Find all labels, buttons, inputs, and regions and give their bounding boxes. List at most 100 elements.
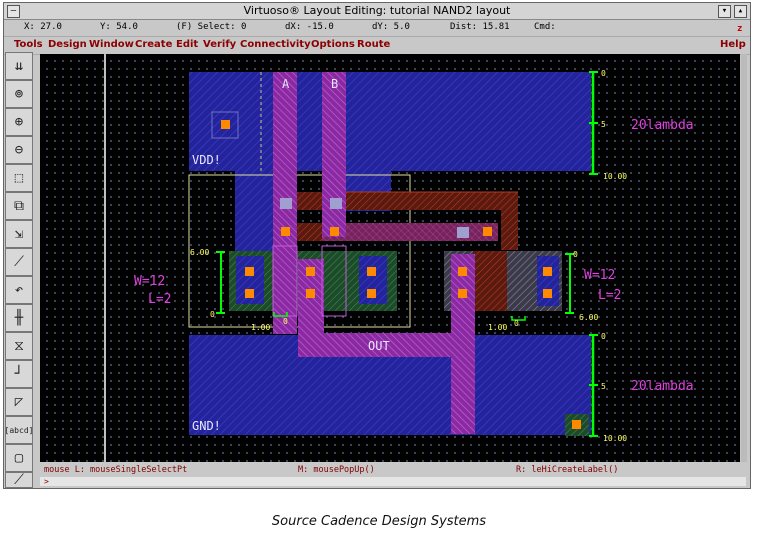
align-icon[interactable]: ╫	[5, 304, 33, 332]
menu-window[interactable]: Window	[89, 39, 134, 50]
nmos-dim-top: 0	[573, 250, 578, 259]
contact	[543, 267, 552, 276]
pmos-dim-bottom: 0	[210, 310, 215, 319]
ruler-bottom-start: 0	[601, 332, 606, 341]
via-b	[330, 198, 342, 209]
gnd-label: GND!	[192, 419, 221, 433]
status-corner-letter: z	[737, 24, 743, 34]
poly-route-a	[277, 192, 518, 250]
menu-options[interactable]: Options	[311, 39, 355, 50]
ruler-bottom-mid: 5	[601, 382, 606, 391]
nmos-width-label: W=12	[584, 268, 615, 283]
pmos-dim-length: 1.00	[251, 323, 270, 332]
menu-verify[interactable]: Verify	[203, 39, 236, 50]
step-icon[interactable]: ┘	[5, 360, 33, 388]
b-crossover	[322, 223, 498, 241]
copy-icon[interactable]: ⧉	[5, 192, 33, 220]
menu-bar: Tools Design Window Create Edit Verify C…	[4, 36, 750, 55]
pmos-dim-zero: 0	[283, 317, 288, 326]
contact	[245, 289, 254, 298]
reshape-icon[interactable]: ⧖	[5, 332, 33, 360]
out-label: OUT	[368, 339, 390, 353]
mouse-right-binding: R: leHiCreateLabel()	[516, 465, 619, 475]
contact	[367, 267, 376, 276]
zoom-fit-icon[interactable]: ⊚	[5, 80, 33, 108]
vdd-contact	[221, 120, 230, 129]
nmos-dim-zero: 0	[514, 319, 519, 328]
ruler-top-mid: 5	[601, 120, 606, 129]
zoom-out-icon[interactable]: ⊖	[5, 136, 33, 164]
ruler-bottom-end: 10.00	[603, 434, 627, 443]
figure-caption: Source Cadence Design Systems	[271, 514, 487, 529]
contact	[458, 289, 467, 298]
pin-b-metal	[322, 72, 346, 237]
status-dy: dY: 5.0	[372, 22, 410, 32]
contact	[367, 289, 376, 298]
pmos-length-label: L=2	[148, 292, 171, 307]
menu-tools[interactable]: Tools	[14, 39, 43, 50]
mouse-binding-bar: mouse L: mouseSingleSelectPt M: mousePop…	[40, 464, 746, 476]
save-icon[interactable]: ⇊	[5, 52, 33, 80]
contact	[281, 227, 290, 236]
via-a	[280, 198, 292, 209]
menu-help[interactable]: Help	[720, 39, 746, 50]
pmos-width-label: W=12	[134, 274, 165, 289]
vertical-scrollbar[interactable]	[741, 54, 747, 462]
ruler-top-label: 20lambda	[631, 118, 694, 133]
ruler-bottom-label: 20lambda	[631, 379, 694, 394]
contact	[483, 227, 492, 236]
pmos-dim-top: 6.00	[190, 248, 209, 257]
tool-palette: ⇊ ⊚ ⊕ ⊖ ⬚ ⧉ ⇲ ⟋ ↶ ╫ ⧖ ┘ ◸ [abcd] ▢ ⟋	[3, 52, 37, 488]
gnd-contact	[572, 420, 581, 429]
layout-canvas[interactable]: A B VDD! GND! OUT W=12 L=2 W=12 L=2 6.00…	[40, 54, 740, 462]
chop-icon[interactable]: ◸	[5, 388, 33, 416]
move-icon[interactable]: ⇲	[5, 220, 33, 248]
nmos-dim-length: 1.00	[488, 323, 507, 332]
pin-a-label: A	[282, 77, 290, 91]
menu-edit[interactable]: Edit	[176, 39, 198, 50]
label-icon[interactable]: [abcd]	[5, 416, 33, 444]
nmos-drain-metal-pad	[537, 256, 559, 306]
contact	[458, 267, 467, 276]
command-prompt[interactable]: >	[40, 477, 746, 486]
select-icon[interactable]: ▢	[5, 444, 33, 472]
vdd-rail	[189, 72, 591, 171]
menu-connectivity[interactable]: Connectivity	[240, 39, 311, 50]
contact	[306, 289, 315, 298]
menu-create[interactable]: Create	[135, 39, 172, 50]
pin-b-label: B	[331, 77, 338, 91]
nmos-out-metal	[451, 254, 475, 434]
vdd-label: VDD!	[192, 153, 221, 167]
nmos-length-label: L=2	[598, 288, 621, 303]
mouse-middle-binding: M: mousePopUp()	[298, 465, 375, 475]
ruler-icon[interactable]: ⟋	[5, 472, 33, 488]
status-dist: Dist: 15.81	[450, 22, 510, 32]
zoom-in-icon[interactable]: ⊕	[5, 108, 33, 136]
window-title: Virtuoso® Layout Editing: tutorial NAND2…	[243, 4, 511, 17]
stretch-icon[interactable]: ⬚	[5, 164, 33, 192]
nmos-gate-region	[473, 251, 507, 311]
title-bar: — Virtuoso® Layout Editing: tutorial NAN…	[4, 3, 750, 20]
maximize-button[interactable]: ▴	[734, 5, 747, 18]
status-dx: dX: -15.0	[285, 22, 334, 32]
nmos-dim-bottom: 6.00	[579, 313, 598, 322]
layout-drawing: A B VDD! GND! OUT W=12 L=2 W=12 L=2 6.00…	[104, 54, 694, 462]
minimize-button[interactable]: ▾	[718, 5, 731, 18]
contact	[330, 227, 339, 236]
undo-icon[interactable]: ↶	[5, 276, 33, 304]
status-x: X: 27.0	[24, 22, 62, 32]
contact	[306, 267, 315, 276]
mouse-left-binding: mouse L: mouseSingleSelectPt	[44, 465, 188, 475]
prompt-symbol: >	[44, 477, 49, 486]
status-cmd: Cmd:	[534, 22, 556, 32]
ruler-top-start: 0	[601, 69, 606, 78]
ruler-top-end: 10.00	[603, 172, 627, 181]
status-y: Y: 54.0	[100, 22, 138, 32]
status-select: (F) Select: 0	[176, 22, 247, 32]
menu-route[interactable]: Route	[357, 39, 390, 50]
menu-design[interactable]: Design	[48, 39, 87, 50]
contact	[543, 289, 552, 298]
via-out	[457, 227, 469, 238]
contact	[245, 267, 254, 276]
path-icon[interactable]: ⟋	[5, 248, 33, 276]
